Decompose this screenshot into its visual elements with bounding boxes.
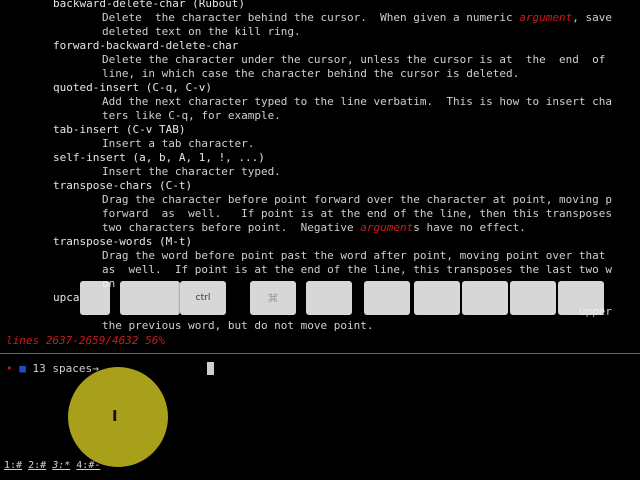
text-run: ters like C-q, for example. [102, 109, 281, 122]
overlay-key [306, 281, 352, 315]
text-run: forward as well. If point is at the end … [102, 207, 612, 220]
prompt-text: 13 spaces→ [25, 362, 99, 375]
man-entry-text: as well. If point is at the end of the l… [102, 263, 612, 277]
mouse-highlight [68, 367, 168, 467]
terminal-cursor [207, 362, 214, 375]
man-entry-text: Drag the character before point forward … [102, 193, 612, 207]
man-entry-heading: quoted-insert (C-q, C-v) [53, 81, 212, 94]
text-run: Insert the character typed. [102, 165, 281, 178]
text-run: Drag the word before point past the word… [102, 249, 606, 262]
text-run: Delete the character behind the cursor. … [102, 11, 520, 24]
overlay-key [120, 281, 180, 315]
man-entry-text: deleted text on the kill ring. [102, 25, 301, 39]
argument-term: argument [519, 11, 573, 24]
tmux-window-tab[interactable]: 2:# [28, 460, 46, 471]
man-entry-text: Insert the character typed. [102, 165, 281, 179]
pane-divider [0, 353, 640, 354]
man-entry-heading: tab-insert (C-v TAB) [53, 123, 186, 136]
man-entry-heading: backward-delete-char (Rubout) [53, 0, 246, 10]
text-run: Insert a tab character. [102, 137, 255, 150]
tmux-window-tab[interactable]: 3:* [52, 460, 70, 471]
man-entry-heading: upca [53, 291, 80, 304]
overlay-key [510, 281, 556, 315]
man-entry-text: Delete the character behind the cursor. … [102, 11, 612, 25]
man-entry-heading: forward-backward-delete-char [53, 39, 239, 52]
tmux-window-tab[interactable]: 4:#- [76, 460, 100, 471]
text-run: s have no effect. [413, 221, 526, 234]
overlay-key [462, 281, 508, 315]
text-run: the previous word, but do not move point… [102, 319, 374, 332]
tmux-window-tab[interactable]: 1:# [4, 460, 22, 471]
tmux-window-list: 1:# 2:# 3:* 4:#- [4, 460, 100, 471]
overlay-key [414, 281, 460, 315]
man-entry-text: Drag the word before point past the word… [102, 249, 605, 263]
man-entry-heading: transpose-chars (C-t) [53, 179, 193, 192]
man-entry-text: Insert a tab character. [102, 137, 254, 151]
prompt-marker: • [6, 362, 13, 375]
text-run: deleted text on the kill ring. [102, 25, 301, 38]
man-entry-text: Add the next character typed to the line… [102, 95, 612, 109]
text-run: two characters before point. Negative [102, 221, 361, 234]
shell-prompt[interactable]: • ■ 13 spaces→ [6, 362, 99, 376]
man-entry-heading: self-insert (a, b, A, 1, !, ...) [53, 151, 265, 164]
text-run: , save [572, 11, 612, 24]
text-run: Add the next character typed to the line… [102, 95, 612, 108]
man-entry-text: two characters before point. Negative ar… [102, 221, 526, 235]
i-beam-cursor-icon: I [112, 407, 118, 425]
overlay-key: ⌘ [250, 281, 296, 315]
man-entry-text: Delete the character under the cursor, u… [102, 53, 605, 67]
overlay-key [558, 281, 604, 315]
prompt-square-icon: ■ [19, 362, 26, 375]
overlay-key [364, 281, 410, 315]
overlay-key: ctrl [180, 281, 226, 315]
man-entry-text: line, in which case the character behind… [102, 67, 519, 81]
man-entry-heading: transpose-words (M-t) [53, 235, 193, 248]
text-run: Delete the character under the cursor, u… [102, 53, 606, 66]
argument-term: argument [360, 221, 414, 234]
man-entry-text: forward as well. If point is at the end … [102, 207, 612, 221]
text-run: Drag the character before point forward … [102, 193, 612, 206]
text-run: as well. If point is at the end of the l… [102, 263, 612, 276]
overlay-key [80, 281, 110, 315]
text-run: line, in which case the character behind… [102, 67, 520, 80]
man-entry-text: ters like C-q, for example. [102, 109, 281, 123]
pager-status-line: lines 2637-2659/4632 56% [6, 334, 165, 347]
man-entry-text: the previous word, but do not move point… [102, 319, 374, 333]
